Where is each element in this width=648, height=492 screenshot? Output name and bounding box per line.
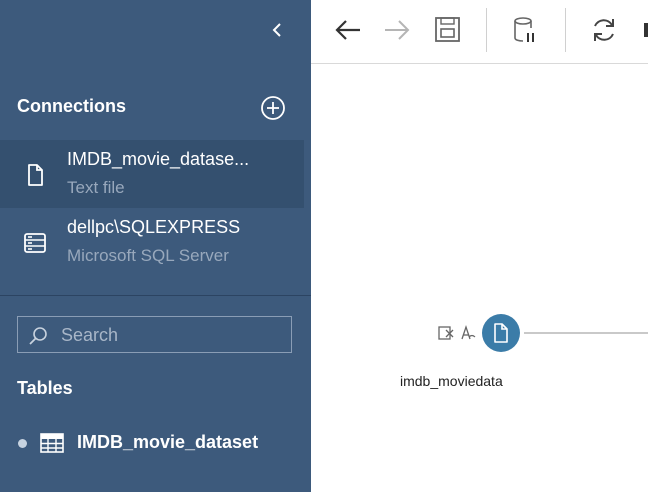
table-node[interactable]: [482, 314, 520, 352]
table-in-use-dot: [18, 439, 27, 448]
save-button[interactable]: [432, 14, 464, 46]
refresh-icon: [594, 19, 614, 41]
file-icon: [28, 164, 43, 186]
data-canvas[interactable]: imdb_moviedata: [311, 65, 648, 492]
back-arrow-icon: [335, 20, 360, 40]
search-icon: [29, 327, 47, 345]
connection-type: Text file: [67, 178, 125, 197]
sidebar-divider: [0, 295, 311, 296]
table-search-input[interactable]: Search: [17, 316, 292, 353]
toolbar-overflow-edge: [644, 23, 648, 37]
forward-arrow-icon: [385, 20, 410, 40]
search-placeholder: Search: [61, 325, 119, 345]
table-remove-icon: [438, 326, 454, 340]
connection-type: Microsoft SQL Server: [67, 246, 229, 265]
table-label: IMDB_movie_dataset: [77, 432, 259, 452]
connection-item-sqlexpress[interactable]: dellpc\SQLEXPRESS Microsoft SQL Server: [0, 208, 304, 276]
pause-updates-button[interactable]: [509, 14, 541, 46]
flow-connector-line: [524, 332, 648, 334]
connection-name: dellpc\SQLEXPRESS: [67, 217, 241, 237]
connections-header: Connections: [17, 96, 127, 116]
file-icon: [494, 323, 508, 343]
toolbar-separator: [486, 8, 487, 52]
connection-item-imdb[interactable]: IMDB_movie_datase... Text file: [0, 140, 304, 208]
save-icon: [435, 17, 460, 42]
table-node-label: imdb_moviedata: [400, 373, 503, 389]
tables-header: Tables: [17, 378, 73, 398]
table-item-imdb-movie-dataset[interactable]: IMDB_movie_dataset: [0, 427, 304, 461]
table-grid-icon: [40, 433, 64, 453]
redo-button[interactable]: [381, 14, 413, 46]
refresh-button[interactable]: [588, 14, 620, 46]
collapse-sidebar-button[interactable]: [267, 18, 287, 42]
toolbar-separator: [565, 8, 566, 52]
chevron-left-icon: [272, 23, 281, 37]
connection-name: IMDB_movie_datase...: [67, 149, 250, 169]
pause-data-updates-icon: [514, 17, 534, 42]
plus-circle-icon: [261, 96, 285, 120]
data-source-sidebar: Connections IMDB_movie_datase... Text fi…: [0, 0, 311, 492]
rename-text-icon: [461, 324, 476, 340]
add-connection-button[interactable]: [260, 95, 286, 121]
toolbar: [311, 0, 648, 64]
undo-button[interactable]: [332, 14, 364, 46]
remove-table-button[interactable]: [437, 324, 455, 342]
rename-table-button[interactable]: [459, 324, 477, 342]
database-server-icon: [24, 233, 46, 253]
